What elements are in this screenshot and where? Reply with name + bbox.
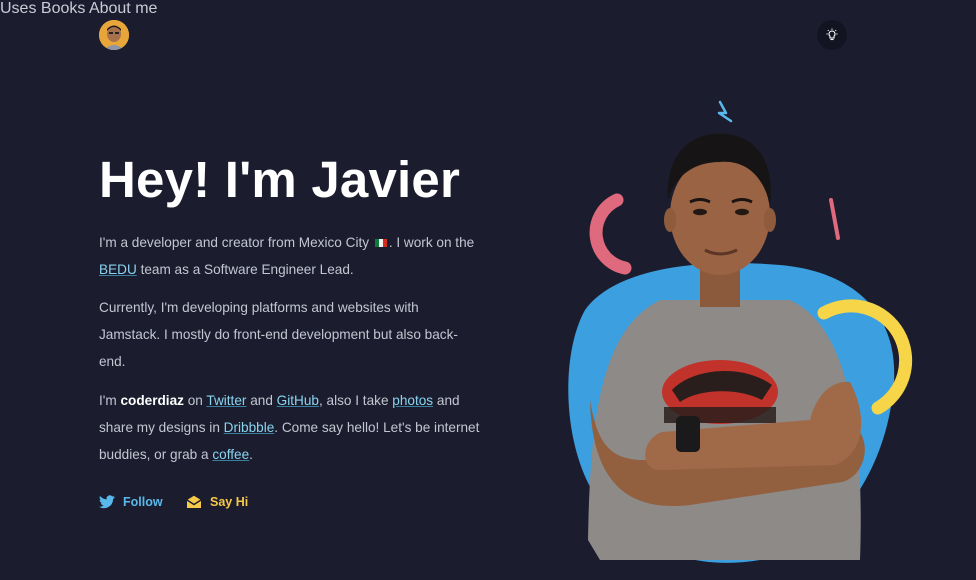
follow-label: Follow — [123, 495, 163, 509]
text: . — [249, 447, 253, 462]
dribbble-link[interactable]: Dribbble — [224, 420, 275, 435]
twitter-icon — [99, 495, 115, 509]
twitter-link[interactable]: Twitter — [206, 393, 246, 408]
yellow-arc-shape — [817, 299, 913, 415]
nav-books[interactable]: Books — [41, 0, 85, 17]
avatar-portrait — [99, 20, 129, 50]
lightbulb-icon — [826, 28, 838, 41]
pink-arc-shape — [589, 193, 632, 275]
github-link[interactable]: GitHub — [277, 393, 319, 408]
text: team as a Software Engineer Lead. — [140, 262, 354, 277]
nav-about-me[interactable]: About me — [89, 0, 157, 17]
follow-button[interactable]: Follow — [99, 495, 163, 509]
theme-toggle-button[interactable] — [817, 20, 847, 50]
text: , also I take — [318, 393, 389, 408]
text: . I work on the — [388, 235, 475, 250]
person-photo — [588, 133, 865, 560]
page-title: Hey! I'm Javier — [99, 151, 460, 208]
coffee-link[interactable]: coffee — [212, 447, 249, 462]
bedu-link[interactable]: BEDU — [99, 262, 137, 277]
intro-paragraph-1: I'm a developer and creator from Mexico … — [99, 229, 499, 283]
text: and — [250, 393, 273, 408]
handle: coderdiaz — [120, 393, 184, 408]
intro-paragraph-3: I'm coderdiaz on Twitter and GitHub, als… — [99, 387, 484, 468]
blue-blob-shape — [568, 262, 895, 563]
say-hi-label: Say Hi — [210, 495, 249, 509]
pink-dash-shape — [829, 198, 840, 240]
avatar[interactable] — [99, 20, 129, 50]
pink-zigzag-shape — [788, 543, 812, 553]
top-nav: Uses Books About me — [0, 0, 976, 18]
mexico-flag-icon — [374, 239, 387, 248]
intro-paragraph-2: Currently, I'm developing platforms and … — [99, 300, 458, 369]
text: I'm — [99, 393, 117, 408]
photos-link[interactable]: photos — [392, 393, 433, 408]
text: I'm a developer and creator from Mexico … — [99, 235, 370, 250]
say-hi-button[interactable]: Say Hi — [186, 495, 248, 509]
blue-squiggle-shape — [717, 100, 733, 123]
envelope-icon — [186, 495, 202, 508]
text: on — [187, 393, 203, 408]
nav-uses[interactable]: Uses — [0, 0, 36, 17]
hero-illustration — [568, 100, 913, 563]
